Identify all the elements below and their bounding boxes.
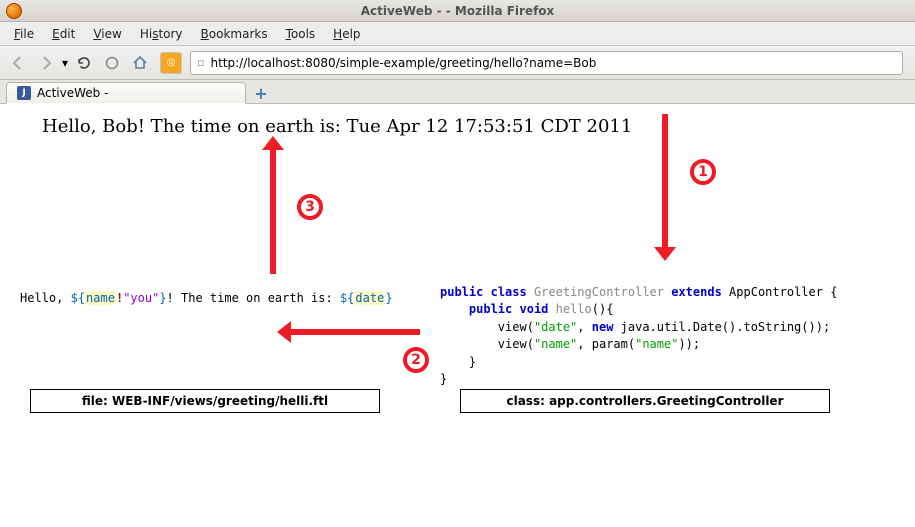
forward-button[interactable] xyxy=(34,51,58,75)
step-badge-1: 1 xyxy=(690,159,716,185)
reload-icon xyxy=(76,55,92,71)
stop-icon xyxy=(104,55,120,71)
menu-bookmarks[interactable]: Bookmarks xyxy=(193,25,276,43)
page-viewport: Hello, Bob! The time on earth is: Tue Ap… xyxy=(0,104,915,527)
rendered-greeting-text: Hello, Bob! The time on earth is: Tue Ap… xyxy=(42,116,632,137)
java-code-snippet: public class GreetingController extends … xyxy=(440,284,837,388)
page-identity-icon: ▫ xyxy=(191,56,210,69)
reload-button[interactable] xyxy=(72,51,96,75)
firefox-icon xyxy=(6,3,22,19)
flow-arrow-1 xyxy=(662,114,668,249)
toolbar: ▾ ◎ ▫ xyxy=(0,46,915,80)
menu-edit[interactable]: Edit xyxy=(44,25,83,43)
tab-favicon-icon: J xyxy=(17,86,31,100)
arrow-right-icon xyxy=(38,55,54,71)
url-bar[interactable]: ▫ xyxy=(190,51,903,75)
nav-history-dropdown-icon[interactable]: ▾ xyxy=(62,56,68,70)
window-title: ActiveWeb - - Mozilla Firefox xyxy=(0,4,915,18)
home-button[interactable] xyxy=(128,51,152,75)
arrow-left-icon xyxy=(10,55,26,71)
stop-button[interactable] xyxy=(100,51,124,75)
tab-activeweb[interactable]: J ActiveWeb - xyxy=(6,82,246,104)
menu-help[interactable]: Help xyxy=(325,25,368,43)
new-tab-button[interactable]: + xyxy=(250,83,272,103)
tab-strip: J ActiveWeb - + xyxy=(0,80,915,104)
step-badge-2: 2 xyxy=(403,347,429,373)
menu-history[interactable]: History xyxy=(132,25,191,43)
back-button[interactable] xyxy=(6,51,30,75)
tab-title: ActiveWeb - xyxy=(37,86,108,100)
flow-arrow-2 xyxy=(290,329,420,335)
url-input[interactable] xyxy=(210,54,902,72)
menu-view[interactable]: View xyxy=(85,25,129,43)
step-badge-3: 3 xyxy=(297,194,323,220)
window-titlebar: ActiveWeb - - Mozilla Firefox xyxy=(0,0,915,22)
flow-arrow-3 xyxy=(270,149,276,274)
home-icon xyxy=(132,55,148,71)
caption-template-file: file: WEB-INF/views/greeting/helli.ftl xyxy=(30,389,380,413)
caption-row: file: WEB-INF/views/greeting/helli.ftl c… xyxy=(0,389,915,413)
site-identity-icon[interactable]: ◎ xyxy=(160,52,182,74)
template-code-snippet: Hello, ${name!"you"}! The time on earth … xyxy=(20,291,393,305)
caption-controller-class: class: app.controllers.GreetingControlle… xyxy=(460,389,830,413)
menu-file[interactable]: File xyxy=(6,25,42,43)
menu-tools[interactable]: Tools xyxy=(278,25,324,43)
menubar: File Edit View History Bookmarks Tools H… xyxy=(0,22,915,46)
